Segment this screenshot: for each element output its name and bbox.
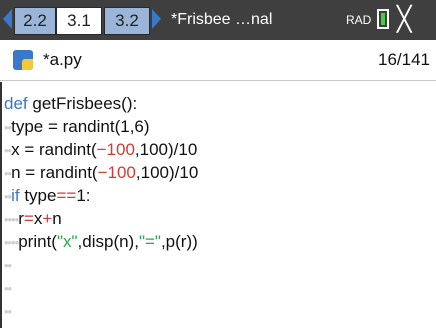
battery-icon [377, 9, 389, 29]
code-text: type [19, 186, 57, 205]
code-text: n [52, 209, 62, 228]
keyword: def [4, 94, 28, 113]
code-line-1: def getFrisbees(): [4, 92, 137, 115]
code-line-4: ••n = randint(−100,100)/10 [4, 161, 198, 184]
document-title: *Frisbee …nal [171, 11, 273, 28]
code-text: type = randint(1,6) [11, 117, 150, 136]
string-literal: "=" [138, 232, 161, 251]
code-text: getFrisbees(): [27, 94, 138, 113]
code-line-10: •• [4, 299, 12, 322]
operator: + [42, 209, 53, 228]
tab-scroll-left-icon[interactable] [3, 9, 12, 29]
string-literal: "x" [56, 232, 78, 251]
code-editor[interactable]: def getFrisbees(): ••type = randint(1,6)… [0, 82, 436, 328]
indent-marker: •••• [4, 235, 19, 250]
indent-marker: •• [4, 258, 12, 273]
code-text: ,100)/10 [135, 163, 199, 182]
indent-marker: •••• [4, 212, 19, 227]
code-line-3: ••x = randint(−100,100)/10 [4, 138, 197, 161]
code-line-2: ••type = randint(1,6) [4, 115, 150, 138]
tab-3-1[interactable]: 3.1 [56, 7, 102, 35]
operator: −100 [96, 140, 135, 159]
code-text: n = randint( [11, 163, 98, 182]
code-text: print( [18, 232, 57, 251]
title-bar: 2.2 3.1 3.2 *Frisbee …nal RAD ╳ [0, 0, 436, 40]
operator: = [23, 209, 34, 228]
tab-2-2[interactable]: 2.2 [14, 7, 56, 35]
code-text: 1: [76, 186, 91, 205]
angle-mode-indicator: RAD [346, 13, 372, 27]
indent-marker: •• [4, 281, 12, 296]
code-line-5: ••if type==1: [4, 184, 91, 207]
python-file-icon [13, 50, 33, 70]
file-name: *a.py [43, 50, 82, 69]
tab-scroll-right-icon[interactable] [152, 9, 161, 29]
code-text: ,100)/10 [134, 140, 198, 159]
tab-3-2[interactable]: 3.2 [104, 7, 150, 35]
code-text: ,disp(n), [77, 232, 139, 251]
code-line-9: •• [4, 276, 12, 299]
line-position: 16/141 [378, 50, 430, 69]
code-line-6: ••••r=x+n [4, 207, 62, 230]
operator: −100 [97, 163, 136, 182]
code-text: ,p(r)) [160, 232, 198, 251]
code-text: x = randint( [11, 140, 97, 159]
keyword: if [11, 186, 20, 205]
operator: == [56, 186, 77, 205]
code-line-7: ••••print("x",disp(n),"=",p(r)) [4, 230, 198, 253]
file-bar: *a.py 16/141 [0, 40, 436, 81]
code-line-8: •• [4, 253, 12, 276]
indent-marker: •• [4, 304, 12, 319]
close-icon[interactable]: ╳ [397, 0, 411, 40]
